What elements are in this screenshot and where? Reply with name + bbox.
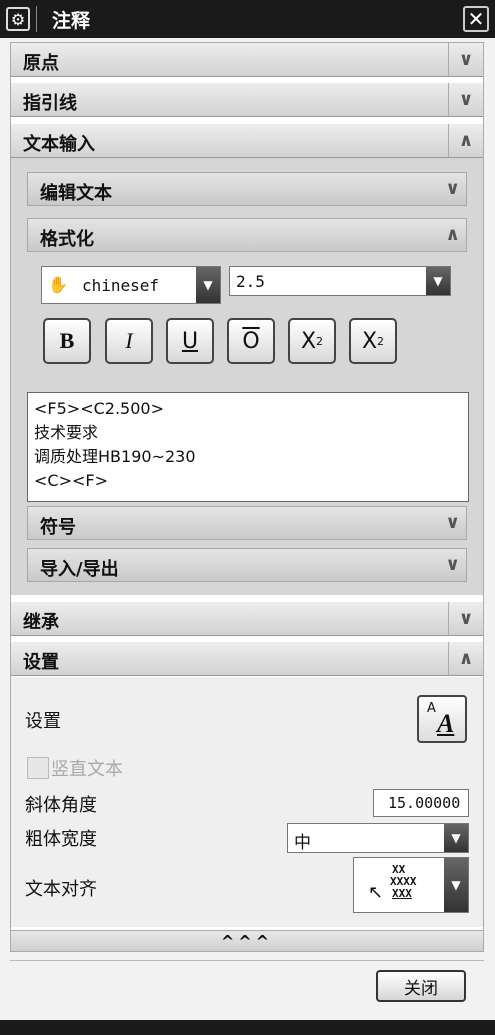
subsection-symbols[interactable]: 符号 ∨ — [27, 506, 467, 540]
vertical-text-checkbox[interactable] — [27, 757, 49, 779]
vertical-text-label: 竖直文本 — [51, 759, 123, 780]
text-editor[interactable]: <F5><C2.500> 技术要求 调质处理HB190~230 <C><F> — [27, 392, 469, 502]
title-bar: ⚙ 注释 ✕ — [0, 0, 495, 38]
subscript-mark: 2 — [377, 334, 385, 348]
chevron-down-icon[interactable]: ∨ — [445, 178, 460, 199]
subscript-button[interactable]: X2 — [349, 318, 397, 364]
bold-width-value: 中 — [294, 833, 311, 853]
superscript-label: X — [300, 328, 317, 354]
bold-width-label: 粗体宽度 — [25, 829, 97, 850]
chevron-up-icon[interactable]: ∧ — [448, 124, 483, 157]
text-align-select[interactable]: ↖ XX XXXX XXX ▼ — [353, 857, 469, 913]
section-inherit-label: 继承 — [23, 612, 59, 633]
align-preview: XX XXXX XXX — [390, 864, 417, 900]
section-text-input[interactable]: 文本输入 ∧ — [11, 124, 483, 158]
editor-line: <F5><C2.500> — [34, 399, 164, 418]
section-leader-label: 指引线 — [23, 93, 77, 114]
underline-button[interactable]: U — [166, 318, 214, 364]
font-size-value: 2.5 — [236, 272, 265, 291]
subsection-symbols-label: 符号 — [40, 517, 76, 538]
bottom-frame — [0, 1020, 495, 1035]
section-inherit[interactable]: 继承 ∨ — [11, 602, 483, 636]
font-name-select[interactable]: ✋ chinesef ▼ — [41, 266, 221, 304]
bold-button[interactable]: B — [43, 318, 91, 364]
settings-label: 设置 — [25, 711, 61, 732]
chevron-down-icon[interactable]: ▼ — [426, 267, 450, 295]
settings-body: 设置 A A 竖直文本 斜体角度 15.00000 粗体宽度 中 ▼ 文本对齐 … — [11, 677, 483, 927]
font-name-value: chinesef — [82, 276, 160, 295]
section-leader[interactable]: 指引线 ∨ — [11, 83, 483, 117]
slant-angle-label: 斜体角度 — [25, 795, 97, 816]
align-arrow-icon: ↖ — [368, 882, 384, 903]
editor-line: <C><F> — [34, 471, 108, 490]
overline-button[interactable]: O — [227, 318, 275, 364]
subsection-format-label: 格式化 — [40, 229, 94, 250]
collapse-all-button[interactable]: ^^^ — [10, 930, 484, 952]
chevron-down-icon[interactable]: ▼ — [444, 824, 468, 852]
footer-divider — [10, 960, 484, 961]
subsection-edit-text-label: 编辑文本 — [40, 183, 112, 204]
section-settings[interactable]: 设置 ∧ — [11, 642, 483, 676]
subsection-import-export[interactable]: 导入/导出 ∨ — [27, 548, 467, 582]
editor-line: 技术要求 — [34, 423, 99, 442]
window-title: 注释 — [52, 10, 91, 32]
text-style-icon: A — [437, 709, 455, 738]
chevron-up-icon[interactable]: ∧ — [445, 224, 460, 245]
font-icon: ✋ — [48, 275, 68, 294]
align-line: XXX — [392, 887, 412, 900]
subsection-format[interactable]: 格式化 ∧ — [27, 218, 467, 252]
chevron-down-icon[interactable]: ∨ — [445, 512, 460, 533]
slant-angle-input[interactable]: 15.00000 — [373, 789, 469, 817]
subsection-import-export-label: 导入/导出 — [40, 559, 119, 580]
editor-line: 调质处理HB190~230 — [34, 447, 196, 466]
slant-angle-value: 15.00000 — [388, 794, 461, 812]
bold-width-select[interactable]: 中 ▼ — [287, 823, 469, 853]
font-size-select[interactable]: 2.5 ▼ — [229, 266, 451, 296]
section-settings-label: 设置 — [23, 652, 59, 673]
close-button[interactable]: 关闭 — [376, 970, 466, 1002]
chevron-up-icon[interactable]: ∧ — [448, 642, 483, 675]
chevron-down-icon[interactable]: ▼ — [196, 267, 220, 303]
text-input-body: 编辑文本 ∨ 格式化 ∧ ✋ chinesef ▼ 2.5 ▼ B I U O … — [11, 158, 483, 595]
text-align-label: 文本对齐 — [25, 879, 97, 900]
title-separator — [36, 6, 37, 32]
text-style-icon-small: A — [427, 701, 436, 716]
subsection-edit-text[interactable]: 编辑文本 ∨ — [27, 172, 467, 206]
dialog-body: 原点 ∨ 指引线 ∨ 文本输入 ∧ 编辑文本 ∨ 格式化 ∧ ✋ chinese… — [10, 42, 484, 932]
chevron-down-icon[interactable]: ∨ — [448, 602, 483, 635]
section-text-input-label: 文本输入 — [23, 134, 95, 155]
chevron-down-icon[interactable]: ▼ — [444, 858, 468, 912]
gear-icon[interactable]: ⚙ — [6, 7, 30, 31]
text-style-button[interactable]: A A — [417, 695, 467, 743]
italic-button[interactable]: I — [105, 318, 153, 364]
section-origin-label: 原点 — [23, 53, 59, 74]
section-origin[interactable]: 原点 ∨ — [11, 43, 483, 77]
close-icon[interactable]: ✕ — [463, 6, 489, 32]
subscript-label: X — [361, 328, 378, 354]
superscript-mark: 2 — [316, 334, 324, 348]
chevron-down-icon[interactable]: ∨ — [445, 554, 460, 575]
chevron-down-icon[interactable]: ∨ — [448, 83, 483, 116]
superscript-button[interactable]: X2 — [288, 318, 336, 364]
chevron-down-icon[interactable]: ∨ — [448, 43, 483, 76]
